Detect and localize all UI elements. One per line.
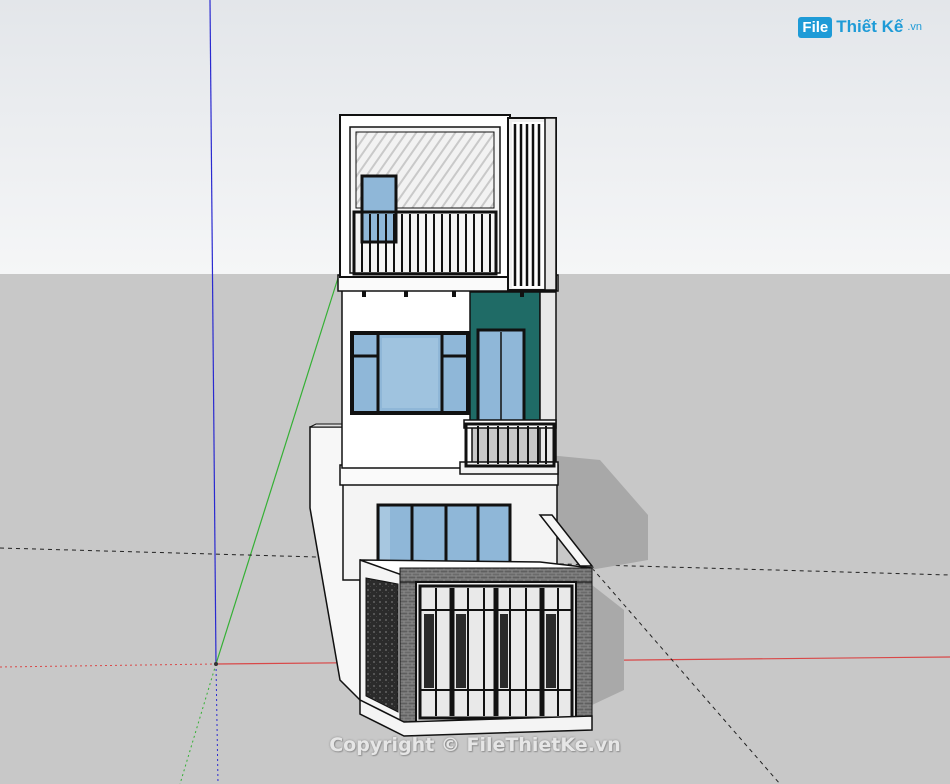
side-wall-top: [309, 423, 348, 428]
ground-floor-doors: [376, 503, 512, 569]
watermark-logo: File Thiết Kế .vn: [798, 12, 922, 42]
brick-pillar-right: [575, 567, 593, 719]
logo-tld: .vn: [907, 21, 922, 33]
sketchup-viewport[interactable]: [0, 0, 950, 784]
building: [337, 114, 559, 581]
vertical-slat-column: [507, 117, 557, 291]
axis-origin-icon: [214, 662, 218, 666]
fence-left-lattice: [365, 577, 399, 713]
second-floor-window: [350, 331, 470, 415]
copyright-watermark: Copyright © FileThietKe.vn: [329, 734, 621, 756]
logo-box: File: [798, 16, 833, 38]
brick-lintel: [399, 567, 593, 583]
logo-text: Thiết Kế: [836, 17, 904, 36]
brick-pillar-left: [399, 567, 417, 727]
